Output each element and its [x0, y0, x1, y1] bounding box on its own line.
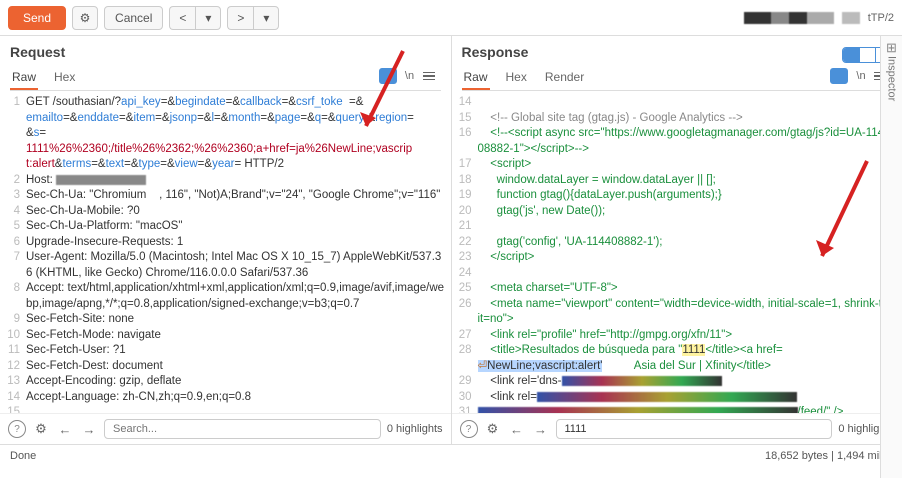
history-back-button[interactable]: <: [169, 6, 195, 30]
inspector-toggle-icon[interactable]: ⊞: [886, 40, 897, 56]
tab-request-raw[interactable]: Raw: [10, 66, 38, 90]
newline-toggle-icon[interactable]: \n: [401, 68, 419, 84]
history-fwd-group: > ▾: [227, 6, 279, 30]
tab-response-render[interactable]: Render: [543, 66, 586, 90]
status-left: Done: [10, 450, 36, 462]
menu-icon[interactable]: [423, 68, 441, 84]
request-pane: Request Raw Hex \n 1GET /southasian/?api…: [0, 36, 452, 444]
protocol-label: tTP/2: [868, 12, 894, 24]
settings-gear-icon[interactable]: ⚙︎: [484, 420, 502, 438]
tab-response-raw[interactable]: Raw: [462, 66, 490, 90]
history-fwd-menu[interactable]: ▾: [253, 6, 279, 30]
inspector-label: Inspector: [886, 56, 898, 101]
tab-request-hex[interactable]: Hex: [52, 66, 77, 90]
request-title: Request: [10, 44, 441, 60]
history-back-menu[interactable]: ▾: [195, 6, 221, 30]
inspector-sidebar[interactable]: ⊞ Inspector: [880, 36, 902, 478]
search-prev-icon[interactable]: ←: [56, 420, 74, 438]
history-fwd-button[interactable]: >: [227, 6, 253, 30]
help-icon[interactable]: ?: [460, 420, 478, 438]
search-prev-icon[interactable]: ←: [508, 420, 526, 438]
redacted-icon: [842, 12, 860, 24]
newline-toggle-icon[interactable]: \n: [852, 68, 870, 84]
history-back-group: < ▾: [169, 6, 221, 30]
response-pane: Response Raw Hex Render \n 1415 <!-- Glo…: [452, 36, 902, 444]
pretty-toggle-icon[interactable]: [830, 68, 848, 84]
request-search-input[interactable]: [104, 419, 381, 439]
settings-gear-icon[interactable]: ⚙︎: [32, 420, 50, 438]
top-toolbar: Send ⚙︎ Cancel < ▾ > ▾ tTP/2: [0, 0, 902, 36]
tab-response-hex[interactable]: Hex: [504, 66, 529, 90]
response-title: Response: [462, 44, 843, 60]
request-highlight-count: 0 highlights: [387, 423, 443, 435]
pretty-toggle-icon[interactable]: [379, 68, 397, 84]
request-editor[interactable]: 1GET /southasian/?api_key=&begindate=&ca…: [0, 91, 451, 413]
cancel-button[interactable]: Cancel: [104, 6, 163, 30]
response-search-input[interactable]: [556, 419, 833, 439]
help-icon[interactable]: ?: [8, 420, 26, 438]
search-next-icon[interactable]: →: [80, 420, 98, 438]
send-button[interactable]: Send: [8, 6, 66, 30]
target-host-redacted: [744, 12, 834, 24]
status-bar: Done 18,652 bytes | 1,494 millis: [0, 444, 902, 466]
status-right: 18,652 bytes | 1,494 millis: [765, 450, 892, 462]
settings-dropdown[interactable]: ⚙︎: [72, 6, 98, 30]
search-next-icon[interactable]: →: [532, 420, 550, 438]
response-editor[interactable]: 1415 <!-- Global site tag (gtag.js) - Go…: [452, 91, 902, 413]
